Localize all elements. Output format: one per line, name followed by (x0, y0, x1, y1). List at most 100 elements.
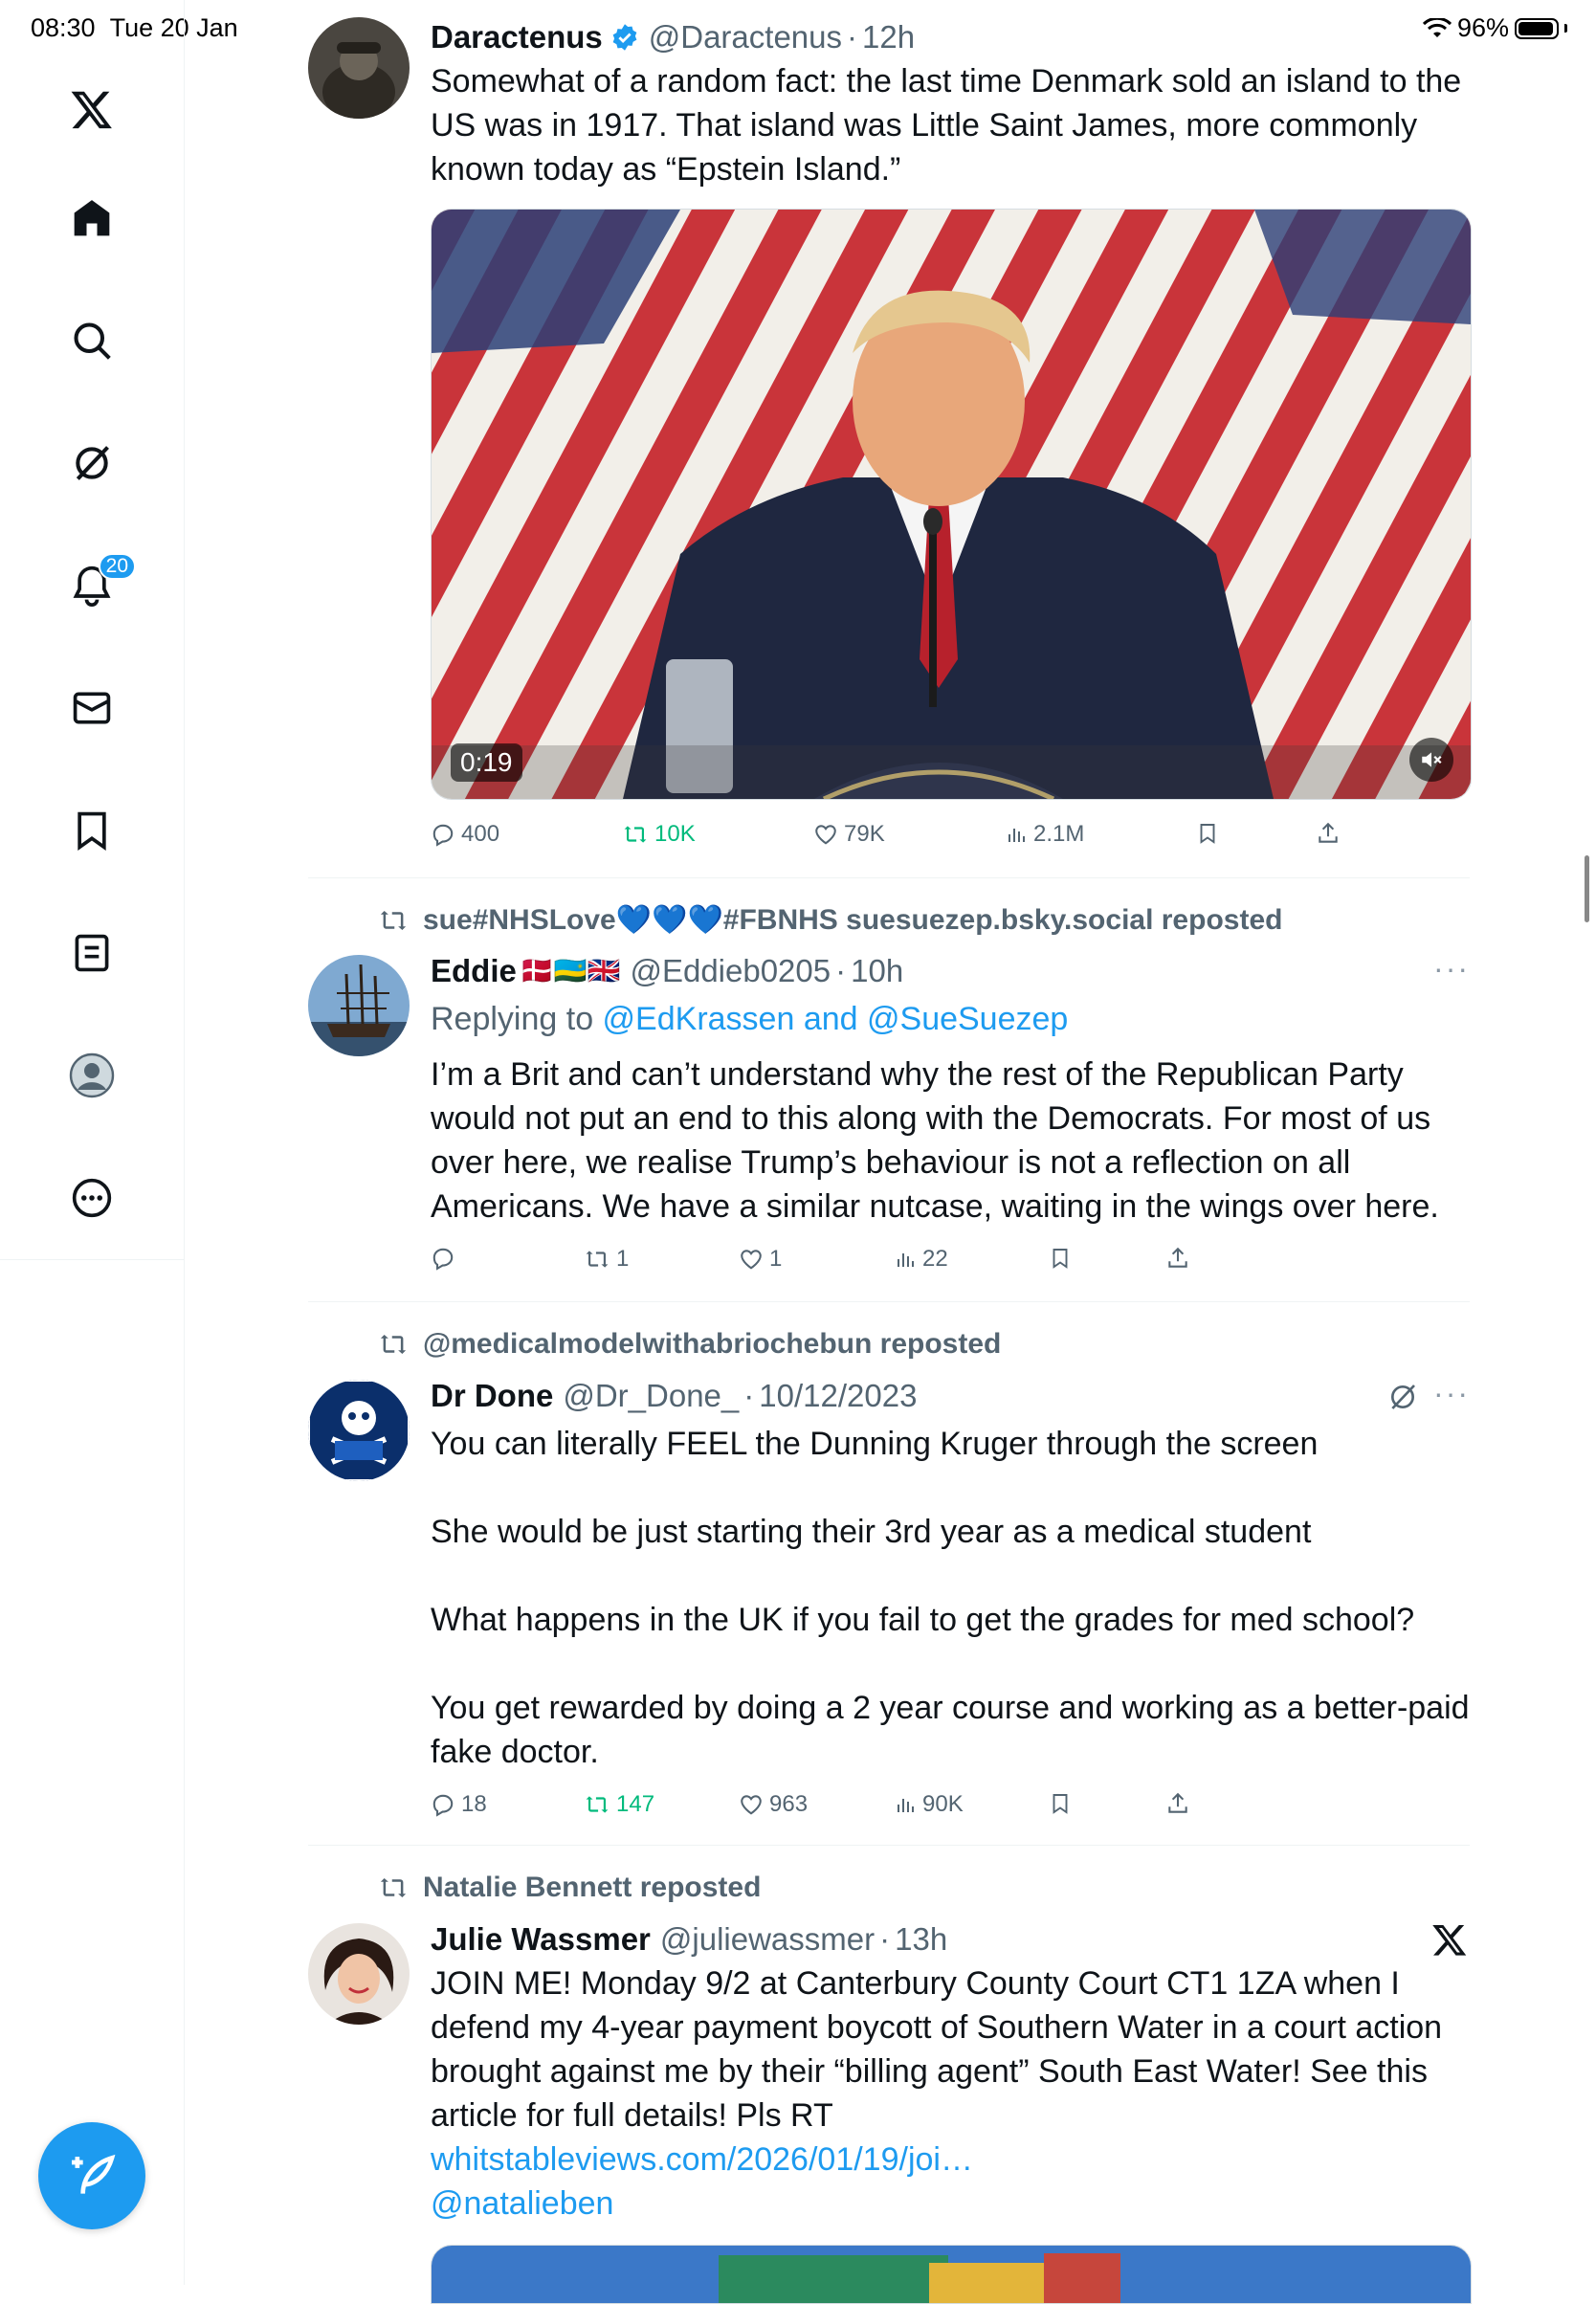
reply-icon (432, 1248, 454, 1271)
bookmarks-icon[interactable] (63, 802, 121, 859)
tweet-link-line: whitstableviews.com/2026/01/19/joi… (431, 2138, 1470, 2182)
profile-icon[interactable] (63, 1047, 121, 1104)
replying-to: Replying to @EdKrassen and @SueSuezep (431, 1001, 1069, 1037)
tweet-time[interactable]: 10/12/2023 (759, 1376, 917, 1416)
share-button[interactable] (1316, 821, 1341, 846)
share-button[interactable] (1165, 1791, 1190, 1816)
avatar[interactable] (308, 1380, 410, 1481)
reply-button[interactable]: 400 (431, 821, 499, 848)
compose-button[interactable] (38, 2122, 145, 2229)
views-button[interactable]: 90K (894, 1791, 964, 1818)
author-handle[interactable]: @juliewassmer (660, 1919, 875, 1960)
author-handle[interactable]: @Daractenus (649, 17, 842, 57)
bookmark-button[interactable] (1196, 821, 1219, 846)
repost-icon (380, 910, 407, 930)
tweet-header: Eddie 🇩🇰🇷🇼🇬🇧 @Eddieb0205 · 10h (431, 951, 1470, 991)
reposted-by[interactable]: sue#NHSLove💙💙💙#FBNHS suesuezep.bsky.soci… (423, 903, 1282, 937)
tweet-mention-line: @natalieben (431, 2182, 1470, 2226)
repost-context: Natalie Bennett reposted (377, 1872, 761, 1904)
repost-icon (624, 826, 647, 843)
tweet-header: Dr Done @Dr_Done_ · 10/12/2023 (431, 1376, 1470, 1416)
reposted-by[interactable]: @medicalmodelwithabriochebun reposted (423, 1328, 1001, 1361)
battery-icon (1515, 17, 1559, 39)
search-icon[interactable] (63, 312, 121, 369)
author-handle[interactable]: @Dr_Done_ (563, 1376, 739, 1416)
x-logo-icon[interactable] (63, 80, 121, 138)
tweet-text: JOIN ME! Monday 9/2 at Canterbury County… (431, 1965, 1443, 2134)
heart-icon (815, 825, 836, 845)
tweet-header: Daractenus @Daractenus · 12h (431, 17, 1470, 57)
repost-button[interactable]: 10K (622, 821, 696, 848)
avatar[interactable] (308, 955, 410, 1056)
reply-mentions[interactable]: @EdKrassen and @SueSuezep (603, 1001, 1069, 1037)
views-button[interactable]: 22 (894, 1246, 948, 1273)
more-options-icon[interactable]: ··· (1433, 951, 1470, 986)
repost-count: 147 (616, 1791, 655, 1817)
video-duration: 0:19 (451, 743, 522, 782)
views-icon (1009, 829, 1025, 842)
bookmark-icon (1053, 1794, 1068, 1814)
avatar[interactable] (308, 1923, 410, 2025)
lists-icon[interactable] (63, 924, 121, 982)
more-options-icon[interactable]: ··· (1433, 1376, 1470, 1411)
repost-button[interactable]: 147 (584, 1791, 654, 1818)
tweet-separator (308, 877, 1470, 878)
grok-icon[interactable] (1387, 1382, 1418, 1412)
reply-count: 18 (461, 1791, 487, 1817)
sidebar: 20 (0, 0, 185, 2285)
like-count: 963 (769, 1791, 809, 1817)
author-name[interactable]: Daractenus (431, 17, 603, 57)
mention-link[interactable]: @natalieben (431, 2185, 613, 2222)
repost-button[interactable]: 1 (584, 1246, 629, 1273)
notification-badge: 20 (98, 553, 136, 580)
repost-icon (586, 1251, 609, 1268)
share-button[interactable] (1165, 1246, 1190, 1271)
avatar[interactable] (308, 17, 410, 119)
grok-icon[interactable] (63, 434, 121, 492)
tweet-video[interactable]: 0:19 (431, 209, 1472, 800)
author-name[interactable]: Julie Wassmer (431, 1919, 651, 1960)
tweet-text: You can literally FEEL the Dunning Kruge… (431, 1426, 1470, 1770)
heart-icon (741, 1250, 762, 1270)
tweet-actions: 400 10K 79K 2.1M (431, 821, 1387, 859)
views-button[interactable]: 2.1M (1005, 821, 1084, 848)
views-count: 22 (922, 1246, 948, 1272)
tweet-time[interactable]: 13h (895, 1919, 947, 1960)
home-icon[interactable] (63, 189, 121, 247)
tweet[interactable]: sue#NHSLove💙💙💙#FBNHS suesuezep.bsky.soci… (308, 903, 1470, 1286)
bookmark-button[interactable] (1049, 1246, 1072, 1271)
tweet-time[interactable]: 12h (862, 17, 915, 57)
messages-icon[interactable] (63, 679, 121, 737)
bookmark-button[interactable] (1049, 1791, 1072, 1816)
tweet[interactable]: Natalie Bennett reposted Julie Wassmer @… (308, 1872, 1472, 2304)
tweet[interactable]: @medicalmodelwithabriochebun reposted Dr… (308, 1328, 1470, 1826)
tweet-time[interactable]: 10h (851, 951, 903, 991)
like-count: 79K (844, 821, 885, 847)
reply-icon (432, 1794, 454, 1817)
repost-count: 10K (654, 821, 696, 847)
author-handle[interactable]: @Eddieb0205 (630, 951, 831, 991)
tweet-text: I’m a Brit and can’t understand why the … (431, 1056, 1439, 1225)
repost-count: 1 (616, 1246, 630, 1272)
tweet-actions: 1 1 22 (431, 1246, 1387, 1284)
views-icon (898, 1253, 914, 1267)
article-link[interactable]: whitstableviews.com/2026/01/19/joi… (431, 2141, 973, 2178)
like-button[interactable]: 963 (739, 1791, 808, 1818)
author-name[interactable]: Dr Done (431, 1376, 553, 1416)
notifications-icon[interactable]: 20 (63, 553, 136, 614)
reply-button[interactable]: 18 (431, 1791, 487, 1818)
tweet[interactable]: Daractenus @Daractenus · 12h Somewhat of… (308, 17, 1472, 869)
compose-icon (72, 2154, 116, 2194)
like-button[interactable]: 79K (813, 821, 885, 848)
bookmark-icon (1053, 1249, 1068, 1269)
mute-button[interactable] (1409, 738, 1453, 782)
tweet-header: Julie Wassmer @juliewassmer · 13h (431, 1919, 1470, 1960)
heart-icon (741, 1795, 762, 1815)
reply-button[interactable] (431, 1246, 461, 1271)
reposted-by[interactable]: Natalie Bennett reposted (423, 1872, 761, 1904)
scroll-indicator[interactable] (1585, 855, 1589, 922)
author-name[interactable]: Eddie (431, 951, 517, 991)
like-button[interactable]: 1 (739, 1246, 782, 1273)
more-icon[interactable] (63, 1169, 121, 1227)
tweet-image[interactable] (431, 2245, 1472, 2304)
